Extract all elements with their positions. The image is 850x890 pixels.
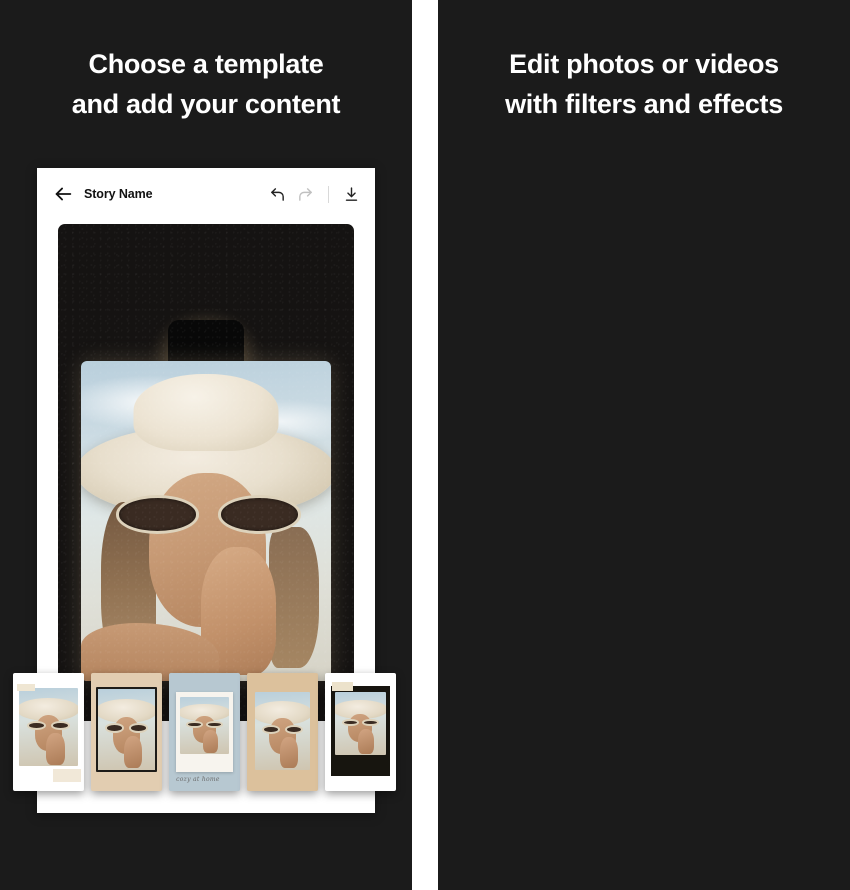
thumb-lens-right (284, 724, 303, 734)
phone-mockup-left: Story Name cozy at home (13, 168, 396, 813)
right-heading-line1: Edit photos or videos (509, 49, 779, 79)
thumb-lens-left (261, 724, 281, 734)
thumb-glasses (26, 721, 71, 731)
right-heading: Edit photos or videos with filters and e… (438, 44, 850, 124)
template-thumb[interactable] (247, 673, 318, 791)
thumb-glasses (261, 724, 303, 734)
thumb-lens-left (26, 721, 47, 731)
arrow-left-icon[interactable] (52, 183, 74, 205)
thumb-tape-top (16, 683, 35, 691)
thumb-lens-right (50, 721, 71, 731)
template-thumb[interactable] (91, 673, 162, 791)
thumb-hand (124, 736, 143, 769)
photo-sunglasses (116, 495, 301, 534)
editor-appbar: Story Name (37, 168, 375, 220)
thumb-lens-left (105, 723, 125, 733)
template-strip[interactable]: cozy at home (13, 673, 399, 795)
sunglasses-lens-left (116, 495, 200, 534)
template-thumb[interactable]: cozy at home (169, 673, 240, 791)
download-icon[interactable] (343, 186, 360, 203)
template-caption: cozy at home (176, 775, 220, 783)
thumb-glasses (341, 718, 379, 727)
template-photo (180, 696, 229, 755)
thumb-hand (46, 733, 65, 765)
template-thumb[interactable] (13, 673, 84, 791)
story-title[interactable]: Story Name (84, 187, 269, 201)
promo-board: Choose a template and add your content S… (0, 0, 850, 890)
thumb-hand (202, 730, 219, 754)
appbar-actions (269, 185, 360, 203)
thumb-lens-right (206, 720, 223, 728)
template-thumb[interactable] (325, 673, 396, 791)
left-heading-line2: and add your content (71, 89, 341, 119)
thumb-lens-right (128, 723, 148, 733)
thumb-tape-top (332, 682, 354, 691)
sunglasses-lens-right (217, 495, 301, 534)
thumb-glasses (186, 720, 223, 728)
thumb-lens-left (341, 718, 359, 727)
template-photo (254, 691, 311, 770)
toolbar-divider (328, 185, 329, 203)
thumb-glasses (105, 723, 148, 733)
redo-icon[interactable] (297, 186, 314, 203)
photo-hat-crown (133, 373, 279, 451)
thumb-lens-left (186, 720, 203, 728)
template-canvas[interactable] (58, 224, 354, 721)
thumb-hand (280, 737, 298, 769)
right-heading-line2: with filters and effects (505, 89, 783, 119)
template-photo (95, 687, 158, 773)
thumb-polaroid-frame (176, 691, 233, 773)
canvas-photo[interactable] (81, 361, 331, 681)
panel-right: Edit photos or videos with filters and e… (438, 0, 850, 890)
panel-left: Choose a template and add your content S… (0, 0, 412, 890)
template-photo (335, 692, 386, 755)
thumb-hand (358, 728, 375, 754)
thumb-lens-right (362, 718, 379, 727)
left-heading-line1: Choose a template (88, 49, 324, 79)
left-heading: Choose a template and add your content (0, 44, 412, 124)
template-photo (19, 688, 78, 767)
undo-icon[interactable] (269, 186, 286, 203)
thumb-tape-bottom (52, 768, 82, 782)
thumb-dark-frame (330, 685, 391, 776)
photo-hair-right (268, 527, 319, 669)
